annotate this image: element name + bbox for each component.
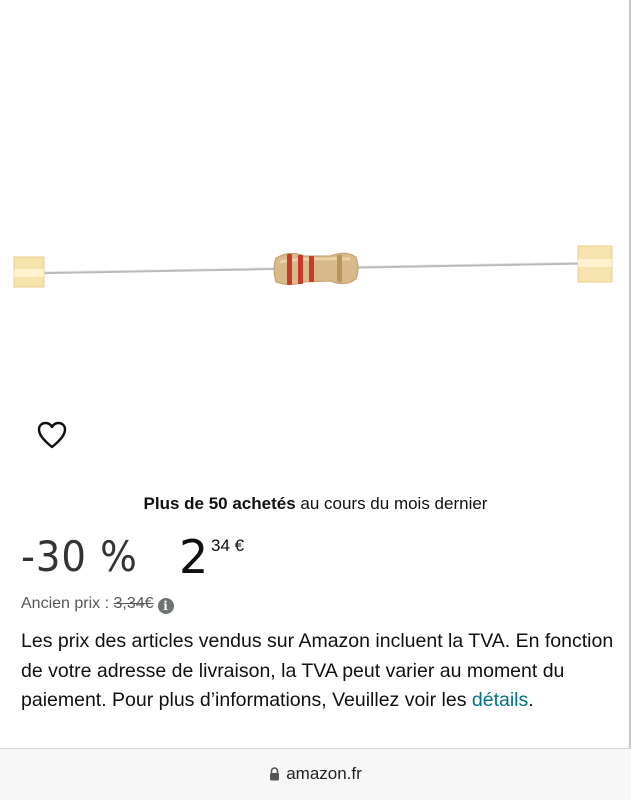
- info-icon[interactable]: i: [157, 598, 174, 614]
- vat-notice: Les prix des articles vendus sur Amazon …: [21, 627, 621, 716]
- resistor-illustration: [13, 245, 613, 288]
- old-price-label: Ancien prix :: [21, 595, 114, 612]
- purchase-count-text: Plus de 50 achetés au cours du mois dern…: [0, 494, 631, 514]
- price-fraction: 34 €: [211, 536, 245, 555]
- url-display[interactable]: amazon.fr: [0, 764, 631, 786]
- old-price: Ancien prix : 3,34€ i: [21, 595, 174, 614]
- details-link[interactable]: détails: [472, 689, 528, 711]
- purchase-count-bold: Plus de 50 achetés: [143, 494, 296, 513]
- price-integer: 2: [179, 530, 209, 584]
- purchase-count-rest: au cours du mois dernier: [295, 494, 488, 513]
- wishlist-heart-icon[interactable]: [36, 420, 68, 450]
- vat-end: .: [528, 689, 534, 711]
- lock-icon: [269, 766, 280, 786]
- old-price-value: 3,34€: [113, 595, 154, 612]
- discount-percentage: -30 %: [21, 532, 138, 581]
- browser-url-bar[interactable]: amazon.fr: [0, 749, 631, 800]
- product-image[interactable]: [0, 0, 629, 400]
- domain-text: amazon.fr: [286, 764, 362, 783]
